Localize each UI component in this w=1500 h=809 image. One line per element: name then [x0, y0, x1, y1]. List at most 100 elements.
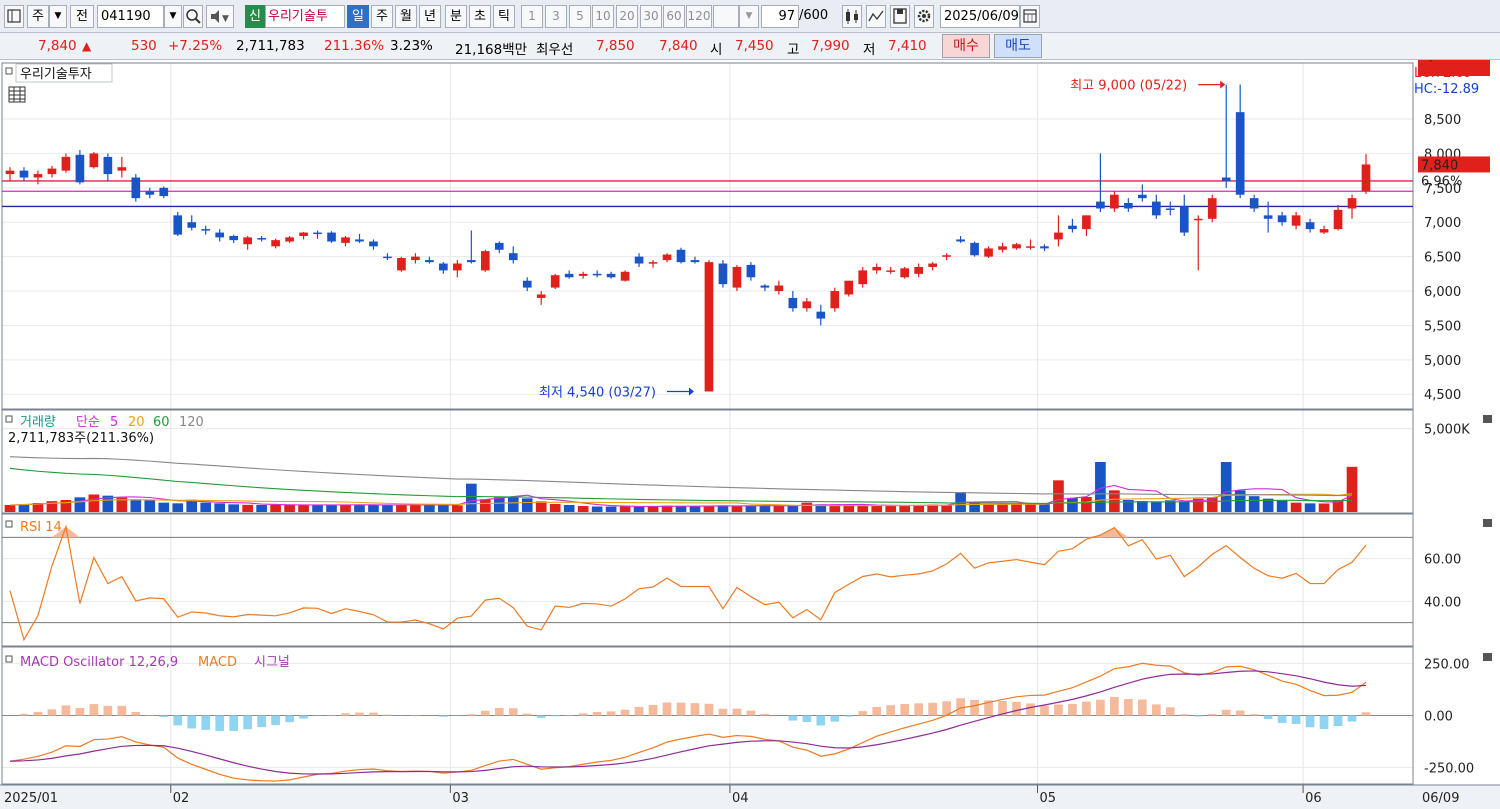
- candle-body: [830, 291, 840, 309]
- candle-body: [1221, 177, 1231, 181]
- macd-oscillator-bar: [19, 713, 29, 716]
- calendar-icon[interactable]: [1020, 5, 1040, 28]
- sell-button[interactable]: 매도: [994, 34, 1042, 58]
- volume-bar: [354, 504, 365, 512]
- candle-body: [466, 260, 476, 263]
- interval-120-button[interactable]: 120: [686, 5, 712, 28]
- chart-area[interactable]: 최고 9,000 (05/22)최저 4,540 (03/27) 8,5008,…: [0, 60, 1500, 809]
- volume-bar: [144, 500, 156, 512]
- interval-3-button[interactable]: 3: [545, 5, 567, 28]
- volume-tick-label: 5,000K: [1424, 423, 1470, 438]
- candle-body: [536, 294, 546, 298]
- macd-oscillator-bar: [816, 715, 826, 726]
- signal-line: [9, 670, 1367, 775]
- candle-body: [257, 238, 266, 240]
- volume-bar: [88, 494, 100, 512]
- interval-5-button[interactable]: 5: [569, 5, 591, 28]
- candle-body: [243, 237, 252, 245]
- low-price: 7,410: [888, 38, 927, 54]
- macd-oscillator-bar: [1082, 701, 1091, 716]
- code-input[interactable]: 041190: [97, 5, 164, 28]
- candle-body: [425, 260, 434, 263]
- stock-name[interactable]: 우리기술투: [265, 5, 345, 28]
- count-input[interactable]: 97: [761, 5, 799, 28]
- panel-toggle-icon[interactable]: [5, 655, 13, 663]
- volume-legend-60: 60: [153, 415, 170, 430]
- panel-toggle-icon[interactable]: [5, 67, 13, 75]
- indicator-icon[interactable]: [866, 5, 886, 28]
- volume-bar: [284, 505, 295, 512]
- chevron-down-icon[interactable]: ▼: [164, 5, 182, 28]
- macd-oscillator-bar: [61, 705, 71, 716]
- macd-oscillator-bar: [466, 714, 476, 716]
- macd-oscillator-bar: [802, 715, 812, 722]
- volume-bar: [507, 497, 519, 512]
- candle-body: [1277, 215, 1287, 223]
- period-week-button[interactable]: 주: [371, 5, 393, 28]
- close-icon[interactable]: [1483, 653, 1492, 661]
- close-icon[interactable]: [1483, 415, 1492, 423]
- buy-button[interactable]: 매수: [942, 34, 990, 58]
- candle-body: [355, 239, 364, 242]
- period-second-button[interactable]: 초: [469, 5, 491, 28]
- volume-bar: [605, 506, 617, 512]
- current-pct-label: 6.96%: [1421, 174, 1462, 189]
- candle-body: [676, 249, 686, 263]
- macd-oscillator-bar: [1054, 704, 1063, 716]
- volume-bar: [1290, 502, 1302, 512]
- volume-bar: [787, 505, 799, 512]
- interval-60-button[interactable]: 60: [663, 5, 685, 28]
- candle-body: [1361, 164, 1371, 192]
- candle-body: [648, 262, 658, 264]
- macd-tick-label: 0.00: [1424, 710, 1453, 725]
- volume-bar: [759, 505, 771, 512]
- search-icon[interactable]: [183, 5, 203, 28]
- macd-oscillator-bar: [369, 712, 378, 716]
- candle-type-icon[interactable]: [842, 5, 862, 28]
- macd-legend-macd: MACD: [198, 655, 237, 670]
- axis-layer: 8,5008,0007,5007,0006,5006,0005,5005,000…: [4, 60, 1490, 806]
- chevron-down-icon[interactable]: ▼: [739, 5, 759, 28]
- candle-body: [858, 270, 868, 285]
- macd-oscillator-bar: [1068, 703, 1077, 716]
- macd-oscillator-bar: [1207, 714, 1217, 716]
- interval-30-button[interactable]: 30: [640, 5, 662, 28]
- volume-bar: [983, 504, 994, 512]
- interval-10-button[interactable]: 10: [592, 5, 614, 28]
- candle-body: [634, 256, 644, 264]
- volume-layer: [4, 456, 1358, 512]
- close-icon[interactable]: [1483, 519, 1492, 527]
- period-year-button[interactable]: 년: [419, 5, 441, 28]
- candle-body: [578, 273, 588, 276]
- macd-oscillator-bar: [620, 709, 630, 716]
- sound-icon[interactable]: ▼: [206, 5, 234, 28]
- panel-toggle-icon[interactable]: [5, 415, 13, 423]
- period-type-select[interactable]: 주: [27, 5, 49, 28]
- period-month-button[interactable]: 월: [395, 5, 417, 28]
- volume-bar: [773, 506, 785, 512]
- prev-button[interactable]: 전: [70, 5, 94, 28]
- macd-oscillator-bar: [1040, 705, 1049, 716]
- gear-icon[interactable]: [914, 5, 934, 28]
- panel-toggle-icon[interactable]: [5, 520, 13, 528]
- macd-oscillator-bar: [578, 713, 588, 716]
- macd-oscillator-bar: [928, 702, 937, 716]
- chevron-down-icon[interactable]: ▼: [49, 5, 67, 28]
- layout-icon[interactable]: [4, 5, 24, 28]
- interval-1-button[interactable]: 1: [521, 5, 543, 28]
- period-day-button[interactable]: 일: [347, 5, 369, 28]
- date-input[interactable]: 2025/06/09: [940, 5, 1020, 28]
- candle-body: [620, 271, 630, 281]
- period-minute-button[interactable]: 분: [445, 5, 467, 28]
- interval-20-button[interactable]: 20: [616, 5, 638, 28]
- volume-bar: [675, 506, 687, 512]
- macd-oscillator-bar: [1305, 715, 1315, 728]
- interval-custom-input[interactable]: [713, 5, 739, 28]
- candle-body: [33, 174, 43, 178]
- macd-oscillator-bar: [1096, 699, 1105, 716]
- rsi-tick-label: 40.00: [1424, 595, 1461, 610]
- save-icon[interactable]: [890, 5, 910, 28]
- volume-bar: [535, 501, 547, 512]
- table-icon[interactable]: [8, 86, 26, 103]
- period-tick-button[interactable]: 틱: [493, 5, 515, 28]
